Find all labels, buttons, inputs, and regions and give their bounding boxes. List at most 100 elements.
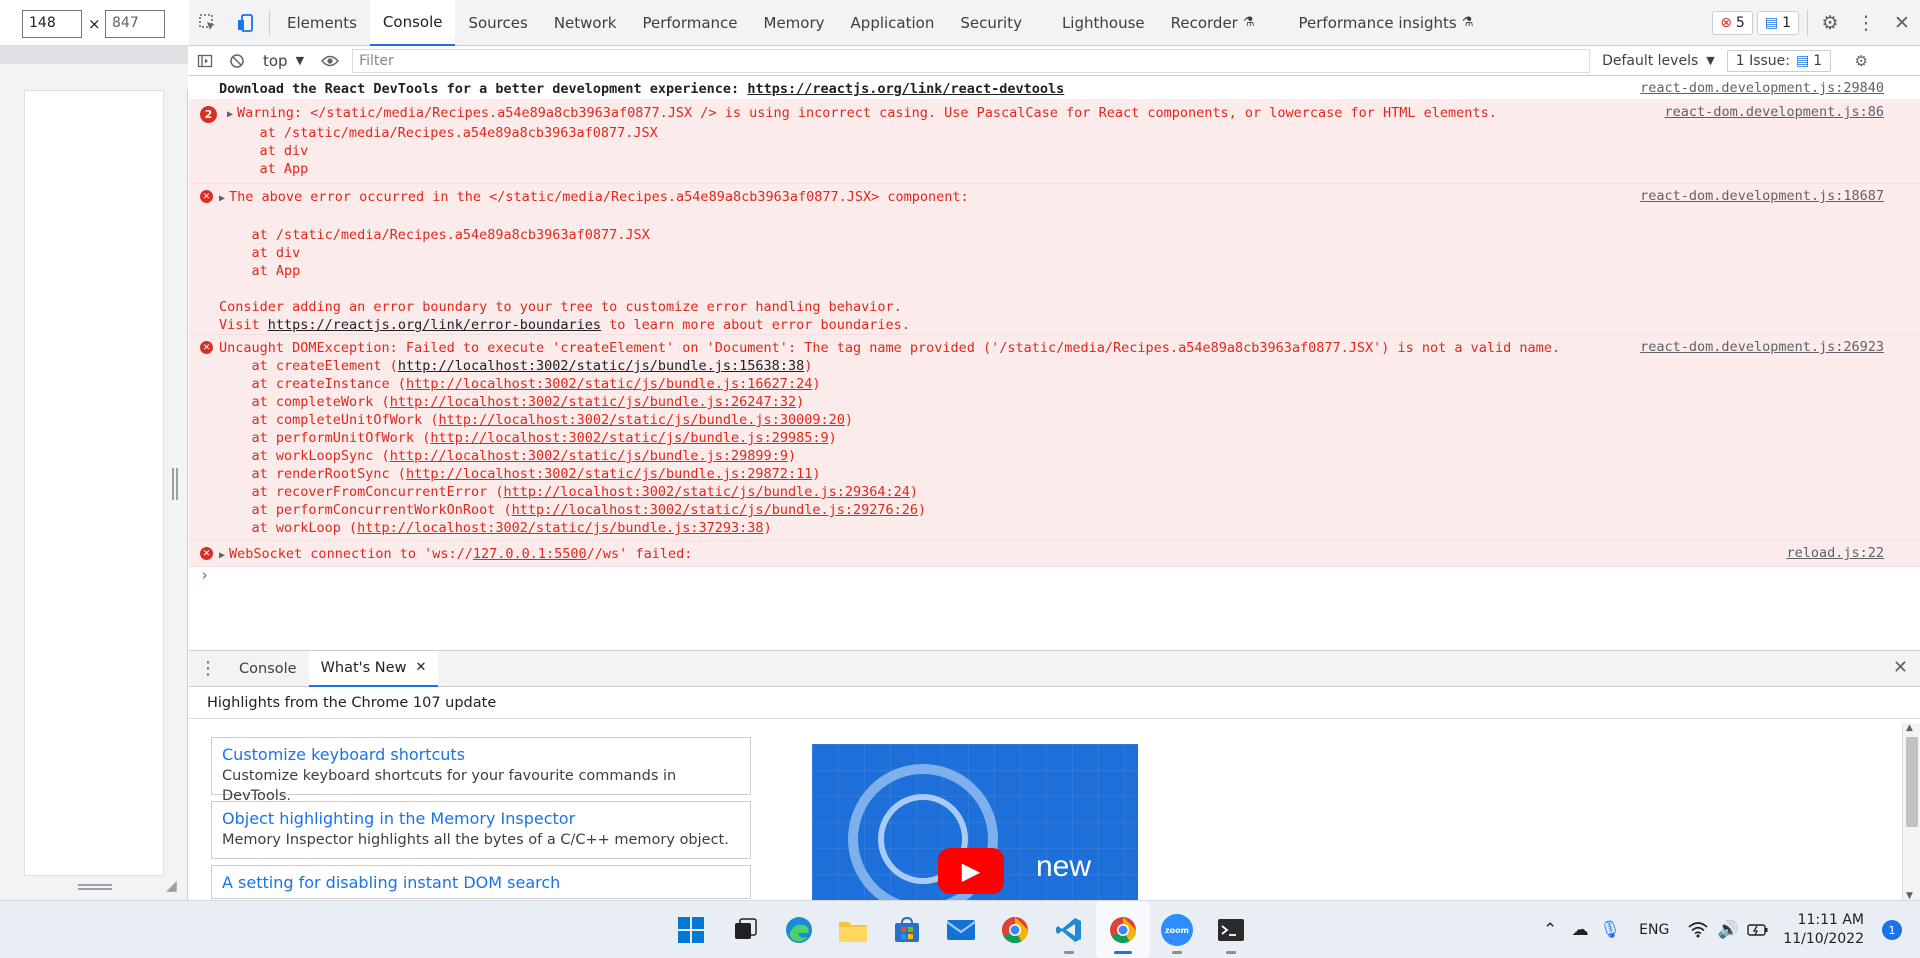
vscode-icon[interactable] (1042, 901, 1096, 958)
battery-icon[interactable] (1743, 923, 1773, 937)
source-link[interactable]: react-dom.development.js:86 (1665, 104, 1884, 120)
source-link[interactable]: react-dom.development.js:18687 (1640, 188, 1884, 204)
terminal-icon[interactable] (1204, 901, 1258, 958)
feature-cards: Customize keyboard shortcuts Customize k… (211, 737, 751, 905)
microsoft-store-icon[interactable] (880, 901, 934, 958)
websocket-host-link[interactable]: 127.0.0.1:5500 (473, 546, 587, 562)
console-prompt-chevron-icon[interactable]: › (200, 566, 209, 584)
tabbar-right-controls: ⊗ 5 ▤ 1 ⚙ ⋮ ✕ (1712, 0, 1920, 46)
feature-title[interactable]: Object highlighting in the Memory Inspec… (222, 808, 740, 830)
stack-frame-url-link[interactable]: http://localhost:3002/static/js/bundle.j… (512, 502, 918, 518)
context-selector[interactable]: top ▼ (253, 52, 314, 70)
chevron-up-icon[interactable]: ⌃ (1535, 920, 1565, 940)
source-link[interactable]: react-dom.development.js:29840 (1640, 80, 1884, 96)
error-count-badge[interactable]: ⊗ 5 (1712, 11, 1753, 35)
zoom-icon[interactable]: zoom (1150, 901, 1204, 958)
mail-icon[interactable] (934, 901, 988, 958)
react-devtools-link[interactable]: https://reactjs.org/link/react-devtools (747, 81, 1064, 97)
scrollbar-thumb[interactable] (1906, 737, 1918, 827)
windows-taskbar: zoom ⌃ ☁ 🎙 ENG 🔊 11:11 AM 11/10/2022 1 (0, 900, 1920, 958)
expand-triangle-icon[interactable]: ▶ (227, 109, 233, 120)
more-options-icon[interactable]: ⋮ (1848, 0, 1884, 46)
drawer-panel: ⋮ Console What's New ✕ ✕ Highlights from … (189, 650, 1920, 914)
source-link[interactable]: reload.js:22 (1786, 545, 1884, 561)
stack-line: at div (227, 143, 309, 159)
drawer-scrollbar[interactable]: ▲ ▼ (1902, 723, 1920, 901)
clear-console-icon[interactable] (221, 46, 253, 76)
edge-browser-icon[interactable] (772, 901, 826, 958)
stack-frame-function: at createInstance ( (219, 376, 406, 392)
tab-recorder[interactable]: Recorder ⚗ (1158, 0, 1268, 46)
drawer-more-icon[interactable]: ⋮ (189, 658, 227, 679)
feature-title[interactable]: A setting for disabling instant DOM sear… (222, 872, 740, 894)
stack-frame-url-link[interactable]: http://localhost:3002/static/js/bundle.j… (438, 412, 844, 428)
stack-frame-url-link[interactable]: http://localhost:3002/static/js/bundle.j… (430, 430, 828, 446)
close-drawer-icon[interactable]: ✕ (1893, 657, 1908, 678)
device-toolbar-icon[interactable] (227, 0, 265, 46)
viewport-resize-handle-bottom[interactable] (78, 884, 112, 890)
issues-count-badge[interactable]: ▤ 1 (1756, 11, 1799, 35)
close-devtools-icon[interactable]: ✕ (1884, 0, 1920, 46)
microphone-icon[interactable]: 🎙 (1595, 920, 1625, 940)
viewport-height-input[interactable]: 847 (105, 10, 165, 38)
source-link[interactable]: react-dom.development.js:26923 (1640, 339, 1884, 355)
feature-card[interactable]: Object highlighting in the Memory Inspec… (211, 801, 751, 859)
drawer-tab-whats-new[interactable]: What's New ✕ (308, 650, 439, 687)
wifi-icon[interactable] (1683, 922, 1713, 938)
file-explorer-icon[interactable] (826, 901, 880, 958)
expand-triangle-icon[interactable]: ▶ (219, 550, 225, 561)
feature-card[interactable]: A setting for disabling instant DOM sear… (211, 865, 751, 899)
settings-gear-icon[interactable]: ⚙ (1812, 0, 1848, 46)
tab-memory[interactable]: Memory (751, 0, 838, 46)
close-tab-icon[interactable]: ✕ (415, 660, 426, 675)
tab-security[interactable]: Security (947, 0, 1035, 46)
stack-frame-url-link[interactable]: http://localhost:3002/static/js/bundle.j… (398, 358, 804, 374)
viewport-resize-handle-right[interactable] (172, 468, 178, 500)
task-view-icon[interactable] (718, 901, 772, 958)
viewport-width-input[interactable]: 148 (22, 10, 82, 38)
feature-title[interactable]: Customize keyboard shortcuts (222, 744, 740, 766)
stack-frame-url-link[interactable]: http://localhost:3002/static/js/bundle.j… (406, 376, 812, 392)
stack-frame-url-link[interactable]: http://localhost:3002/static/js/bundle.j… (357, 520, 763, 536)
log-levels-dropdown[interactable]: Default levels ▼ (1590, 53, 1727, 69)
drawer-tab-console[interactable]: Console (227, 651, 309, 687)
page-viewport[interactable] (24, 90, 164, 876)
error-boundaries-link[interactable]: https://reactjs.org/link/error-boundarie… (268, 317, 601, 333)
tab-performance-insights[interactable]: Performance insights ⚗ (1286, 0, 1487, 46)
expand-triangle-icon[interactable]: ▶ (219, 193, 225, 204)
tab-elements[interactable]: Elements (274, 0, 370, 46)
console-filter-input[interactable]: Filter (352, 48, 1591, 73)
console-settings-gear-icon[interactable]: ⚙ (1845, 46, 1877, 76)
stack-frame: at completeWork (http://localhost:3002/s… (219, 393, 1920, 411)
chrome-active-icon[interactable] (1096, 901, 1150, 958)
stack-frame: at performConcurrentWorkOnRoot (http://l… (219, 501, 1920, 519)
inspect-element-icon[interactable] (189, 0, 227, 46)
tab-console[interactable]: Console (369, 0, 456, 46)
sidebar-toggle-icon[interactable] (189, 46, 221, 76)
onedrive-cloud-icon[interactable]: ☁ (1565, 920, 1595, 940)
tab-sources[interactable]: Sources (455, 0, 540, 46)
input-language[interactable]: ENG (1625, 922, 1683, 938)
stack-frame-url-link[interactable]: http://localhost:3002/static/js/bundle.j… (406, 466, 812, 482)
tab-network[interactable]: Network (541, 0, 630, 46)
issues-button[interactable]: 1 Issue: ▤ 1 (1726, 49, 1832, 72)
chrome-icon[interactable] (988, 901, 1042, 958)
stack-frame-url-link[interactable]: http://localhost:3002/static/js/bundle.j… (390, 448, 788, 464)
tab-performance[interactable]: Performance (629, 0, 750, 46)
stack-line: at App (227, 161, 309, 177)
youtube-play-icon[interactable]: ▶ (938, 848, 1004, 894)
tab-application[interactable]: Application (838, 0, 948, 46)
tab-lighthouse[interactable]: Lighthouse (1049, 0, 1158, 46)
stack-frame-url-link[interactable]: http://localhost:3002/static/js/bundle.j… (503, 484, 909, 500)
notification-count-badge[interactable]: 1 (1882, 920, 1902, 940)
whats-new-video-thumbnail[interactable]: ▶ new (812, 744, 1138, 914)
live-expression-eye-icon[interactable] (314, 46, 346, 76)
viewport-resize-corner-icon[interactable]: ◢ (166, 878, 182, 894)
message-line[interactable]: ▶ WebSocket connection to 'ws://127.0.0.1… (219, 545, 1920, 565)
volume-icon[interactable]: 🔊 (1713, 920, 1743, 940)
system-clock[interactable]: 11:11 AM 11/10/2022 (1773, 911, 1874, 949)
feature-card[interactable]: Customize keyboard shortcuts Customize k… (211, 737, 751, 804)
scroll-up-icon[interactable]: ▲ (1906, 723, 1913, 733)
windows-start-icon[interactable] (664, 901, 718, 958)
stack-frame-url-link[interactable]: http://localhost:3002/static/js/bundle.j… (390, 394, 796, 410)
